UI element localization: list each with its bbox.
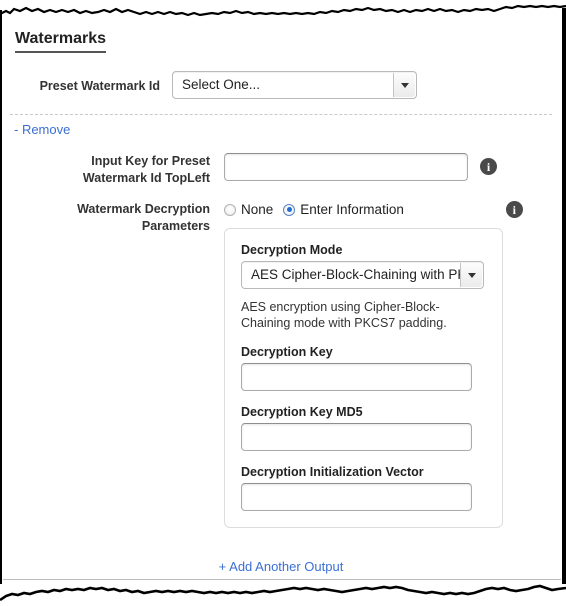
decryption-parameters-label: Watermark Decryption Parameters (10, 201, 210, 235)
radio-option-none[interactable]: None (224, 202, 273, 217)
radio-enter-information-label: Enter Information (300, 202, 404, 217)
page-title: Watermarks (15, 30, 107, 53)
radio-option-enter-information[interactable]: Enter Information (283, 202, 404, 217)
decryption-key-md5-field[interactable] (241, 423, 472, 451)
add-another-output-row: + Add Another Output (10, 558, 552, 576)
decryption-parameters-row: Watermark Decryption Parameters None Ent… (10, 201, 552, 528)
section-divider (10, 114, 552, 115)
decryption-mode-select[interactable]: AES Cipher-Block-Chaining with PKCS (241, 261, 484, 289)
decryption-initialization-vector-label: Decryption Initialization Vector (241, 465, 424, 479)
input-key-label-line1: Input Key for Preset (91, 154, 210, 168)
watermarks-form: Watermarks Preset Watermark Id Select On… (0, 20, 566, 576)
info-icon[interactable]: i (480, 158, 497, 175)
decryption-radio-group: None Enter Information i (224, 201, 552, 218)
decryption-mode-label: Decryption Mode (241, 243, 343, 257)
preset-watermark-select-button[interactable] (393, 73, 415, 97)
decryption-parameters-panel: Decryption Mode AES Cipher-Block-Chainin… (224, 228, 503, 528)
input-key-label: Input Key for Preset Watermark Id TopLef… (10, 153, 210, 187)
chevron-down-icon (467, 272, 476, 278)
decryption-key-md5-label: Decryption Key MD5 (241, 405, 363, 419)
decryption-mode-select-value: AES Cipher-Block-Chaining with PKCS (251, 267, 467, 282)
decryption-initialization-vector-field[interactable] (241, 483, 472, 511)
decryption-key-field[interactable] (241, 363, 472, 391)
bottom-rule (3, 579, 561, 580)
radio-enter-information-indicator (283, 203, 296, 216)
preset-watermark-select[interactable]: Select One... (172, 71, 417, 99)
preset-watermark-select-value: Select One... (182, 77, 261, 92)
decryption-mode-help-text: AES encryption using Cipher-Block-Chaini… (241, 300, 447, 330)
preset-watermark-label: Preset Watermark Id (39, 79, 160, 93)
radio-none-label: None (241, 202, 274, 217)
decryption-parameters-label-line1: Watermark Decryption (77, 202, 210, 216)
add-another-output-link[interactable]: + Add Another Output (219, 559, 344, 574)
radio-none-indicator (224, 203, 236, 216)
decryption-key-label: Decryption Key (241, 345, 333, 359)
decryption-mode-select-button[interactable] (460, 263, 482, 287)
input-key-row: Input Key for Preset Watermark Id TopLef… (10, 153, 552, 187)
input-key-label-line2: Watermark Id TopLeft (82, 171, 210, 185)
chevron-down-icon (400, 82, 409, 88)
info-icon[interactable]: i (505, 201, 523, 218)
decryption-parameters-label-line2: Parameters (141, 219, 210, 233)
input-key-field[interactable] (224, 153, 468, 181)
torn-paper-page: Watermarks Preset Watermark Id Select On… (0, 0, 566, 606)
remove-link-row: - Remove (14, 121, 552, 139)
preset-watermark-row: Preset Watermark Id Select One... (10, 71, 552, 104)
remove-link[interactable]: - Remove (14, 122, 70, 137)
